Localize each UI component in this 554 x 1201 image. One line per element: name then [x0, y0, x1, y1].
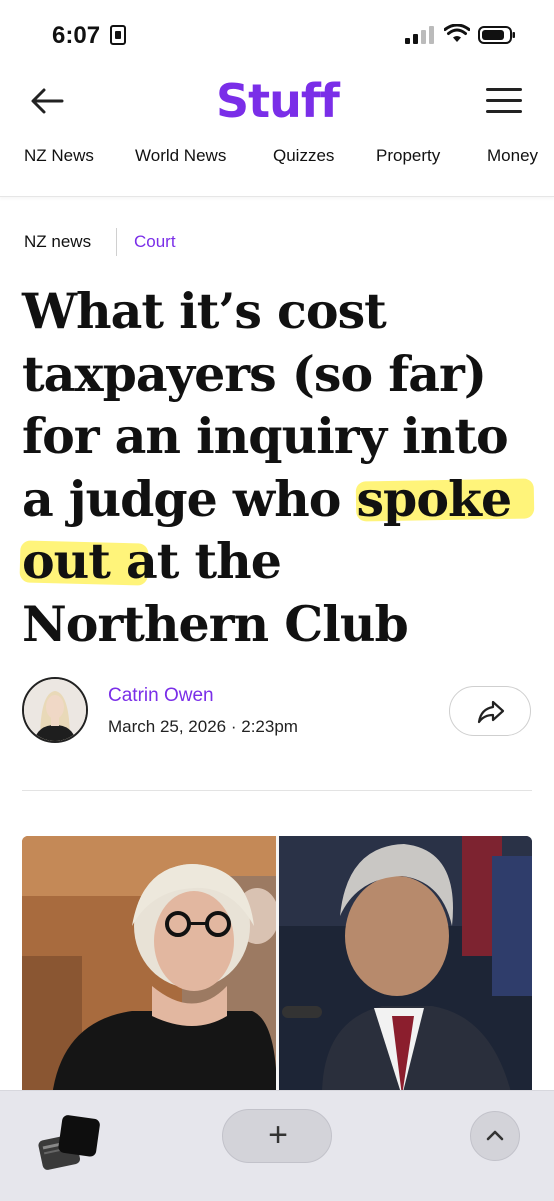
breadcrumb-topic-link[interactable]: Court — [134, 232, 176, 252]
byline-divider — [22, 790, 532, 791]
share-arrow-icon — [477, 700, 505, 724]
battery-icon — [478, 26, 515, 44]
nav-item-world-news[interactable]: World News — [135, 146, 226, 166]
new-tab-button[interactable]: + — [222, 1109, 332, 1163]
stuff-logo[interactable]: Stuff — [205, 70, 350, 132]
tab-switcher-icon[interactable] — [36, 1113, 102, 1173]
status-time: 6:07 — [52, 22, 101, 49]
orientation-lock-icon — [110, 25, 126, 45]
section-nav: NZ News World News Quizzes Property Mone… — [0, 146, 554, 176]
plus-icon: + — [268, 1116, 288, 1154]
browser-bottom-bar: + — [0, 1090, 554, 1201]
chevron-up-icon — [486, 1130, 504, 1141]
scroll-up-button[interactable] — [470, 1111, 520, 1161]
wifi-icon — [444, 24, 470, 42]
publish-date: March 25, 2026 · 2:23pm — [108, 717, 298, 736]
author-avatar[interactable] — [22, 677, 88, 743]
article-headline: What it’s cost taxpayers (so far) for an… — [22, 282, 512, 653]
nav-item-quizzes[interactable]: Quizzes — [273, 146, 334, 166]
breadcrumb-section-link[interactable]: NZ news — [24, 232, 91, 252]
back-arrow-icon[interactable] — [28, 84, 68, 118]
author-name-link[interactable]: Catrin Owen — [108, 685, 214, 707]
article-hero-image[interactable] — [22, 836, 532, 1096]
nav-item-money[interactable]: Money — [487, 146, 538, 166]
site-header: Stuff NZ News World News Quizzes Propert… — [0, 70, 554, 197]
share-button[interactable] — [449, 686, 531, 736]
breadcrumb-divider — [116, 228, 117, 256]
nav-item-nz-news[interactable]: NZ News — [24, 146, 94, 166]
status-bar: 6:07 — [0, 0, 554, 70]
nav-item-property[interactable]: Property — [376, 146, 440, 166]
cellular-signal-icon — [405, 26, 434, 44]
hamburger-menu-icon[interactable] — [486, 88, 522, 116]
